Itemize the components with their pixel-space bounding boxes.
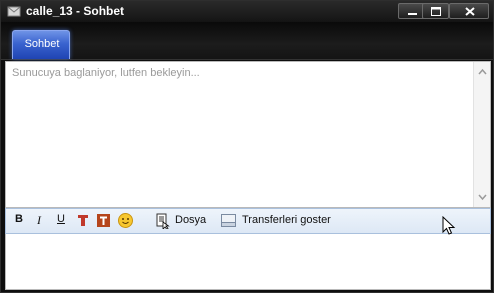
- window-title: calle_13 - Sohbet: [26, 4, 125, 18]
- file-icon: [156, 213, 170, 229]
- connection-status-text: Sunucuya baglaniyor, lutfen bekleyin...: [12, 67, 200, 79]
- transfers-window-icon: [221, 214, 236, 227]
- bold-button[interactable]: B: [15, 213, 27, 231]
- file-button-label: Dosya: [175, 214, 207, 226]
- envelope-icon: [7, 4, 21, 18]
- smiley-icon: [118, 213, 133, 228]
- tab-label: Sohbet: [24, 38, 60, 50]
- underline-button[interactable]: U: [57, 213, 69, 231]
- maximize-icon: [431, 7, 441, 16]
- transfers-button-label: Transferleri goster: [242, 214, 331, 226]
- close-icon: [465, 7, 475, 16]
- background-color-icon: [97, 214, 110, 227]
- tab-strip: Sohbet: [1, 22, 493, 60]
- scroll-up-icon[interactable]: [475, 64, 490, 79]
- maximize-button[interactable]: [422, 3, 449, 19]
- format-toolbar: B I U Dosya Transferleri goster: [5, 208, 491, 234]
- chat-history[interactable]: Sunucuya baglaniyor, lutfen bekleyin...: [5, 61, 491, 208]
- vertical-scrollbar[interactable]: [473, 62, 490, 207]
- emoticon-button[interactable]: [118, 213, 133, 231]
- minimize-button[interactable]: [398, 3, 425, 19]
- background-color-button[interactable]: [97, 213, 110, 231]
- tab-sohbet[interactable]: Sohbet: [12, 30, 70, 59]
- chat-window: calle_13 - Sohbet Sohbet Sunucuya baglan…: [0, 0, 494, 293]
- title-bar[interactable]: calle_13 - Sohbet: [1, 1, 493, 22]
- send-file-button[interactable]: Dosya: [155, 213, 215, 231]
- mouse-cursor-icon: [442, 216, 456, 235]
- text-color-icon: [78, 215, 88, 226]
- text-color-button[interactable]: [77, 213, 89, 231]
- show-transfers-button[interactable]: Transferleri goster: [221, 213, 351, 231]
- scroll-down-icon[interactable]: [475, 190, 490, 205]
- close-button[interactable]: [449, 3, 489, 19]
- message-input[interactable]: [5, 234, 491, 290]
- italic-button[interactable]: I: [37, 213, 49, 231]
